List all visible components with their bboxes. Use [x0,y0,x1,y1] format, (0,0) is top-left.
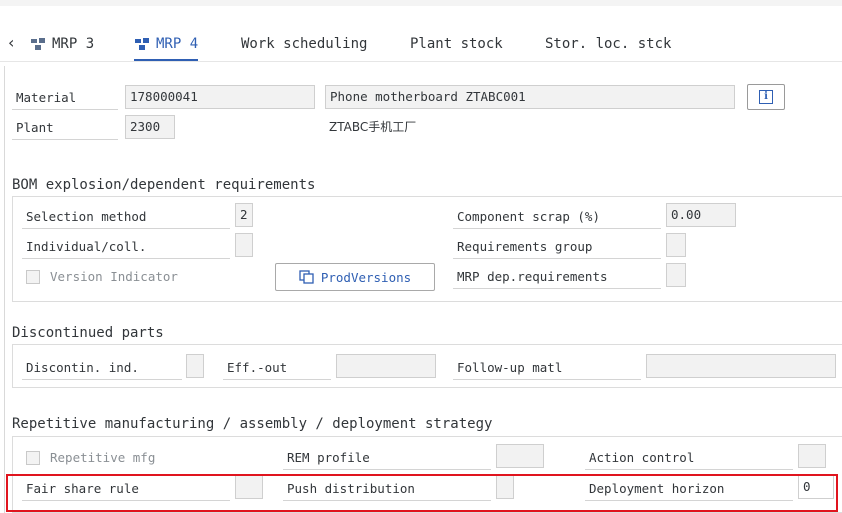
action-control-field[interactable] [798,444,826,468]
repetitive-mfg-checkbox[interactable] [26,451,40,465]
tab-stor-loc-stck[interactable]: Stor. loc. stck [545,33,671,55]
version-indicator-checkbox[interactable] [26,270,40,284]
tab-work-scheduling[interactable]: Work scheduling [241,33,367,55]
requirements-group-field[interactable] [666,233,686,257]
plant-description: ZTABC手机工厂 [329,120,417,134]
material-description-field[interactable]: Phone motherboard ZTABC001 [325,85,735,109]
prodversions-label: ProdVersions [320,269,412,285]
top-strip [0,0,842,6]
copy-icon [299,270,314,284]
mrp-dep-requirements-field[interactable] [666,263,686,287]
tab-label: Work scheduling [241,36,368,52]
info-button[interactable]: i [747,84,785,110]
eff-out-label: Eff.-out [223,356,331,380]
version-indicator-label: Version Indicator [50,269,178,284]
requirements-group-label: Requirements group [453,235,661,259]
discontinued-section-title: Discontinued parts [12,325,164,341]
tab-label: MRP 4 [156,36,199,52]
selection-method-label: Selection method [22,205,230,229]
tab-bar: ‹ MRP 3 MRP 4 Work scheduling Plant stoc… [0,0,842,62]
tab-plant-stock[interactable]: Plant stock [410,33,503,55]
individual-coll-field[interactable] [235,233,253,257]
settings-icon [31,38,45,50]
action-control-label: Action control [585,446,793,470]
individual-coll-label: Individual/coll. [22,235,230,259]
plant-label: Plant [12,116,118,140]
active-tab-indicator [134,59,199,61]
tab-label: MRP 3 [52,36,95,52]
rem-profile-label: REM profile [283,446,491,470]
plant-field[interactable]: 2300 [125,115,175,139]
settings-icon [135,38,149,50]
material-field[interactable]: 178000041 [125,85,315,109]
info-icon: i [759,90,773,104]
followup-matl-label: Follow-up matl [453,356,641,380]
rem-profile-field[interactable] [496,444,544,468]
followup-matl-field[interactable] [646,354,836,378]
tab-label: Stor. loc. stck [545,36,672,52]
repetitive-section-title: Repetitive manufacturing / assembly / de… [12,416,493,432]
tab-mrp-4[interactable]: MRP 4 [134,33,199,61]
highlight-box [6,474,838,512]
repetitive-mfg-label: Repetitive mfg [50,450,156,465]
tab-mrp-3[interactable]: MRP 3 [30,33,94,55]
material-label: Material [12,86,118,110]
mrp-dep-requirements-label: MRP dep.requirements [453,265,661,289]
discontin-ind-field[interactable] [186,354,204,378]
bom-section-title: BOM explosion/dependent requirements [12,177,316,193]
chevron-left-icon[interactable]: ‹ [8,33,14,52]
selection-method-field[interactable]: 2 [235,203,253,227]
discontin-ind-label: Discontin. ind. [22,356,182,380]
tab-label: Plant stock [410,36,503,52]
eff-out-field[interactable] [336,354,436,378]
component-scrap-field[interactable]: 0.00 [666,203,736,227]
prodversions-button[interactable]: ProdVersions [275,263,435,291]
component-scrap-label: Component scrap (%) [453,205,661,229]
